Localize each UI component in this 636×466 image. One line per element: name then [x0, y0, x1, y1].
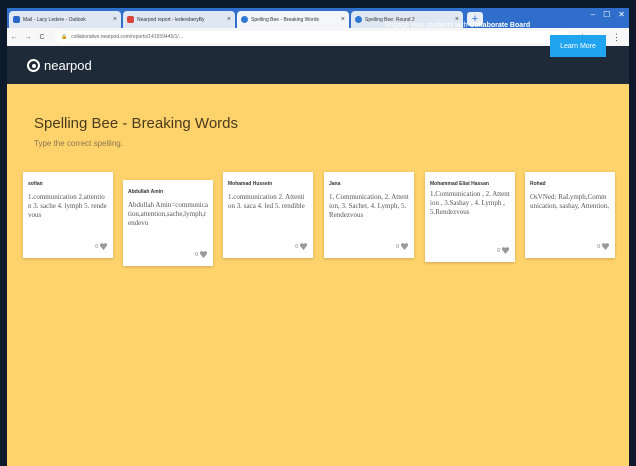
tab-spelling-bee[interactable]: Spelling Bee - Breaking Words × — [237, 11, 349, 28]
card-answer: 1.communication 2. Attention 3. saca 4. … — [228, 193, 305, 210]
engage-text: Engage your students with Collaborate Bo… — [385, 22, 530, 29]
heart-icon — [602, 243, 609, 250]
nearpod-tab-icon — [355, 16, 362, 23]
like-button[interactable]: 0 — [195, 251, 207, 258]
close-window-icon[interactable]: ✕ — [618, 10, 625, 19]
like-count: 0 — [95, 243, 98, 250]
heart-icon — [200, 251, 207, 258]
nearpod-header: nearpod — [7, 46, 629, 84]
like-count: 0 — [295, 243, 298, 250]
reload-icon[interactable]: C — [35, 34, 49, 41]
card-author: Mohamad Hussein — [228, 181, 273, 187]
heart-icon — [502, 247, 509, 254]
back-icon[interactable]: ← — [7, 34, 21, 41]
tab-title: Mail - Lacy Ledere - Outlook — [23, 16, 86, 23]
engage-prefix: Engage your students with — [385, 22, 468, 29]
like-count: 0 — [497, 247, 500, 254]
heart-icon — [300, 243, 307, 250]
card-author: Rohad — [530, 181, 546, 187]
heart-icon — [100, 243, 107, 250]
nearpod-tab-icon — [241, 16, 248, 23]
like-count: 0 — [396, 243, 399, 250]
window-controls: – ☐ ✕ — [591, 10, 625, 19]
card-author: Abdullah Amin — [128, 189, 164, 195]
menu-icon[interactable]: ⋮ — [612, 32, 621, 43]
minimize-icon[interactable]: – — [591, 10, 595, 19]
like-button[interactable]: 0 — [95, 243, 107, 250]
post-card[interactable]: sofian 1.communication 2.attention 3. sa… — [23, 172, 113, 258]
url-text: collaborative.nearpod.com/reports/141559… — [71, 34, 183, 40]
card-answer: OsVNed: RaLymph,Communication, sashay, A… — [530, 193, 610, 210]
post-card[interactable]: Mohamad Hussein 1.communication 2. Atten… — [223, 172, 313, 258]
card-answer: 1. Communication, 2. Attention, 3. Sache… — [329, 193, 409, 219]
like-count: 0 — [597, 243, 600, 250]
outlook-icon — [13, 16, 20, 23]
close-icon[interactable]: × — [113, 16, 117, 23]
browser-window: Mail - Lacy Ledere - Outlook × Nearpod r… — [7, 8, 629, 466]
like-button[interactable]: 0 — [497, 247, 509, 254]
tab-title: Spelling Bee - Breaking Words — [251, 16, 319, 23]
tab-title: Nearpod report - ledereberyBy — [137, 16, 205, 23]
close-icon[interactable]: × — [227, 16, 231, 23]
engage-bold: Collaborate Board — [469, 22, 531, 29]
card-answer: 1.communication 2.attention 3. sache 4. … — [28, 193, 107, 219]
close-icon[interactable]: × — [341, 16, 345, 23]
post-card[interactable]: Mohammad Eliat Hassan 1.Communication , … — [425, 172, 515, 262]
url-field[interactable]: 🔒 collaborative.nearpod.com/reports/1415… — [55, 31, 571, 43]
learn-more-button[interactable]: Learn More — [550, 35, 606, 57]
like-button[interactable]: 0 — [597, 243, 609, 250]
post-card[interactable]: Jana 1. Communication, 2. Attention, 3. … — [324, 172, 414, 258]
tab-nearpod-report[interactable]: Nearpod report - ledereberyBy × — [123, 11, 235, 28]
heart-icon — [401, 243, 408, 250]
gmail-icon — [127, 16, 134, 23]
maximize-icon[interactable]: ☐ — [603, 10, 610, 19]
like-button[interactable]: 0 — [396, 243, 408, 250]
like-button[interactable]: 0 — [295, 243, 307, 250]
logo-text: nearpod — [44, 57, 92, 73]
board-subtitle: Type the correct spelling. — [34, 139, 123, 148]
forward-icon[interactable]: → — [21, 34, 35, 41]
card-answer: Abdullah Amin=communication,attention,sa… — [128, 201, 208, 227]
tab-outlook[interactable]: Mail - Lacy Ledere - Outlook × — [9, 11, 121, 28]
like-count: 0 — [195, 251, 198, 258]
nearpod-logo[interactable]: nearpod — [27, 58, 92, 73]
tab-strip: Mail - Lacy Ledere - Outlook × Nearpod r… — [7, 8, 629, 28]
lock-icon: 🔒 — [61, 34, 68, 40]
post-card[interactable]: Rohad OsVNed: RaLymph,Communication, sas… — [525, 172, 615, 258]
post-card[interactable]: Abdullah Amin Abdullah Amin=communicatio… — [123, 180, 213, 266]
nearpod-logo-icon — [27, 58, 40, 72]
card-author: sofian — [28, 181, 43, 187]
card-author: Mohammad Eliat Hassan — [430, 181, 489, 187]
board-title: Spelling Bee - Breaking Words — [34, 115, 238, 132]
address-bar: ← → C 🔒 collaborative.nearpod.com/report… — [7, 28, 629, 47]
card-answer: 1.Communication , 2. Attention , 3.Sasha… — [430, 190, 510, 216]
card-author: Jana — [329, 181, 341, 187]
